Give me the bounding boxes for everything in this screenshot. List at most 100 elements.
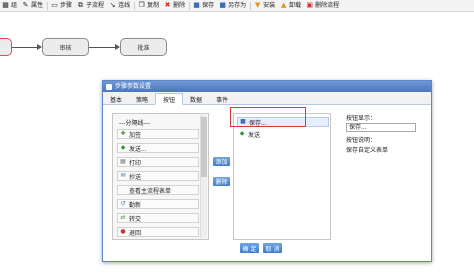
- list-item-label: 抄送: [129, 173, 142, 181]
- toolbar-item-subflow[interactable]: ⧉ 子流程: [75, 0, 107, 11]
- toolbar-item-connect[interactable]: ↘ 连线: [107, 0, 133, 11]
- tab-data[interactable]: 数据: [183, 94, 209, 104]
- toolbar-label: 删除: [173, 2, 186, 9]
- selected-buttons-list[interactable]: ■ 保存... ◆ 发送: [233, 113, 331, 240]
- list-item-label: 加签: [129, 131, 142, 139]
- tab-label: 事件: [216, 96, 229, 104]
- list-item-cc[interactable]: ✉ 抄送: [117, 171, 199, 181]
- toolbar-label: 另存为: [228, 2, 247, 9]
- available-buttons-list[interactable]: ---分隔线--- ✚ 加签 ◆ 发送... ▤ 打印 ✉ 抄送 查看主流程表单…: [112, 113, 209, 240]
- print-icon: ▤: [120, 158, 126, 165]
- send-icon: ◆: [239, 130, 245, 137]
- list-item-send[interactable]: ◆ 发送...: [117, 143, 199, 153]
- display-label: 按钮显示：: [346, 115, 377, 122]
- remove-button-label: 删除: [215, 179, 228, 186]
- description-value: 保存自定义表单: [346, 147, 389, 154]
- flow-node-label: 批准: [137, 44, 150, 52]
- scrollbar-thumb[interactable]: [201, 117, 207, 177]
- toolbar-item-step[interactable]: ▭ 步骤: [49, 0, 75, 11]
- toolbar-label: 复制: [147, 2, 160, 9]
- display-input-value: 保存...: [349, 124, 367, 131]
- subflow-icon: ⧉: [78, 1, 84, 9]
- list-item-label: 打印: [129, 159, 142, 167]
- tab-basic[interactable]: 基本: [103, 94, 129, 104]
- toolbar-item-install[interactable]: ▼ 安装: [252, 0, 278, 11]
- toolbar-label: 步骤: [60, 2, 73, 9]
- flow-connector[interactable]: [12, 47, 37, 48]
- install-icon: ▼: [254, 1, 261, 9]
- flow-node-review[interactable]: 审核: [42, 38, 89, 56]
- return-icon: ●: [120, 228, 126, 235]
- grid-icon: ▦: [2, 1, 9, 9]
- list-item-send[interactable]: ◆ 发送: [237, 129, 329, 139]
- display-input[interactable]: 保存...: [346, 123, 416, 132]
- toolbar-item-copy[interactable]: ❐ 复制: [136, 0, 162, 11]
- flow-node-label: 审核: [59, 44, 72, 52]
- toolbar-item-property[interactable]: ✎ 属性: [20, 0, 46, 11]
- toolbar-item-group[interactable]: ▦ 组: [0, 0, 20, 11]
- tab-buttons[interactable]: 按钮: [155, 93, 184, 105]
- toolbar-label: 连线: [118, 2, 131, 9]
- flow-connector[interactable]: [89, 47, 115, 48]
- confirm-button-label: 确 定: [242, 245, 257, 253]
- tab-events[interactable]: 事件: [209, 94, 235, 104]
- list-item-label: 转交: [129, 215, 142, 223]
- plus-icon: ✚: [120, 130, 126, 137]
- tab-strategy[interactable]: 策略: [129, 94, 155, 104]
- list-item-label: ---分隔线---: [119, 119, 150, 127]
- send-icon: ◆: [120, 144, 126, 151]
- toolbar-separator: [47, 1, 49, 10]
- list-item-view-main-form[interactable]: 查看主流程表单: [117, 185, 199, 195]
- uninstall-icon: ▲: [280, 1, 287, 9]
- toolbar-label: 安装: [263, 2, 276, 9]
- list-item-label: 发送...: [129, 145, 147, 153]
- list-item-label: 勤新: [129, 201, 142, 209]
- highlight-box: [230, 107, 306, 127]
- tab-label: 基本: [110, 96, 123, 104]
- toolbar-item-uninstall[interactable]: ▲ 卸载: [278, 0, 304, 11]
- flow-node-approve[interactable]: 批准: [120, 38, 167, 56]
- toolbar-separator: [134, 1, 136, 10]
- connect-icon: ↘: [109, 1, 116, 9]
- back-icon: ↺: [120, 200, 126, 207]
- list-item-refresh[interactable]: ↺ 勤新: [117, 199, 199, 209]
- list-scrollbar[interactable]: [200, 115, 207, 238]
- cancel-button-label: 取 消: [265, 245, 280, 253]
- dialog-title-bar[interactable]: 步骤参数设置: [103, 81, 431, 92]
- save-icon: ■: [193, 1, 200, 9]
- button-properties: 按钮显示： 保存... 按钮说明： 保存自定义表单: [346, 111, 426, 231]
- add-button-label: 添加: [215, 159, 228, 166]
- delete-flow-icon: ▣: [306, 1, 313, 9]
- toolbar-label: 组: [11, 2, 18, 9]
- toolbar-item-delete[interactable]: ✖ 删除: [162, 0, 188, 11]
- list-item-label: 查看主流程表单: [129, 187, 172, 195]
- remove-button[interactable]: 删除: [213, 177, 230, 186]
- tab-label: 按钮: [163, 96, 176, 104]
- property-icon: ✎: [22, 1, 29, 9]
- tab-bar: 基本 策略 按钮 数据 事件: [103, 92, 431, 105]
- list-item-label: 发送: [248, 131, 261, 139]
- tab-label: 策略: [136, 96, 149, 104]
- window-icon: [106, 83, 112, 90]
- list-item-label: 退回: [129, 229, 142, 237]
- list-item-print[interactable]: ▤ 打印: [117, 157, 199, 167]
- toolbar-label: 卸载: [289, 2, 302, 9]
- cancel-button[interactable]: 取 消: [263, 243, 282, 253]
- blank-icon: [120, 187, 126, 193]
- toolbar-label: 删除流程: [315, 2, 340, 9]
- transfer-icon: ⇄: [120, 214, 126, 221]
- list-item-separator[interactable]: ---分隔线---: [117, 117, 199, 127]
- toolbar-item-save-as[interactable]: ■ 另存为: [217, 0, 249, 11]
- confirm-button[interactable]: 确 定: [240, 243, 259, 253]
- flow-node-start[interactable]: [0, 38, 12, 56]
- list-item-return[interactable]: ● 退回: [117, 227, 199, 237]
- toolbar-item-delete-flow[interactable]: ▣ 删除流程: [304, 0, 342, 11]
- toolbar-label: 保存: [202, 2, 215, 9]
- add-button[interactable]: 添加: [213, 157, 230, 166]
- list-item-add-sign[interactable]: ✚ 加签: [117, 129, 199, 139]
- copy-icon: ❐: [138, 1, 145, 9]
- toolbar: ▦ 组 ✎ 属性 ▭ 步骤 ⧉ 子流程 ↘ 连线 ❐ 复制 ✖ 删除 ■ 保存 …: [0, 0, 474, 12]
- list-item-transfer[interactable]: ⇄ 转交: [117, 213, 199, 223]
- toolbar-item-save[interactable]: ■ 保存: [191, 0, 217, 11]
- description-label: 按钮说明：: [346, 137, 377, 144]
